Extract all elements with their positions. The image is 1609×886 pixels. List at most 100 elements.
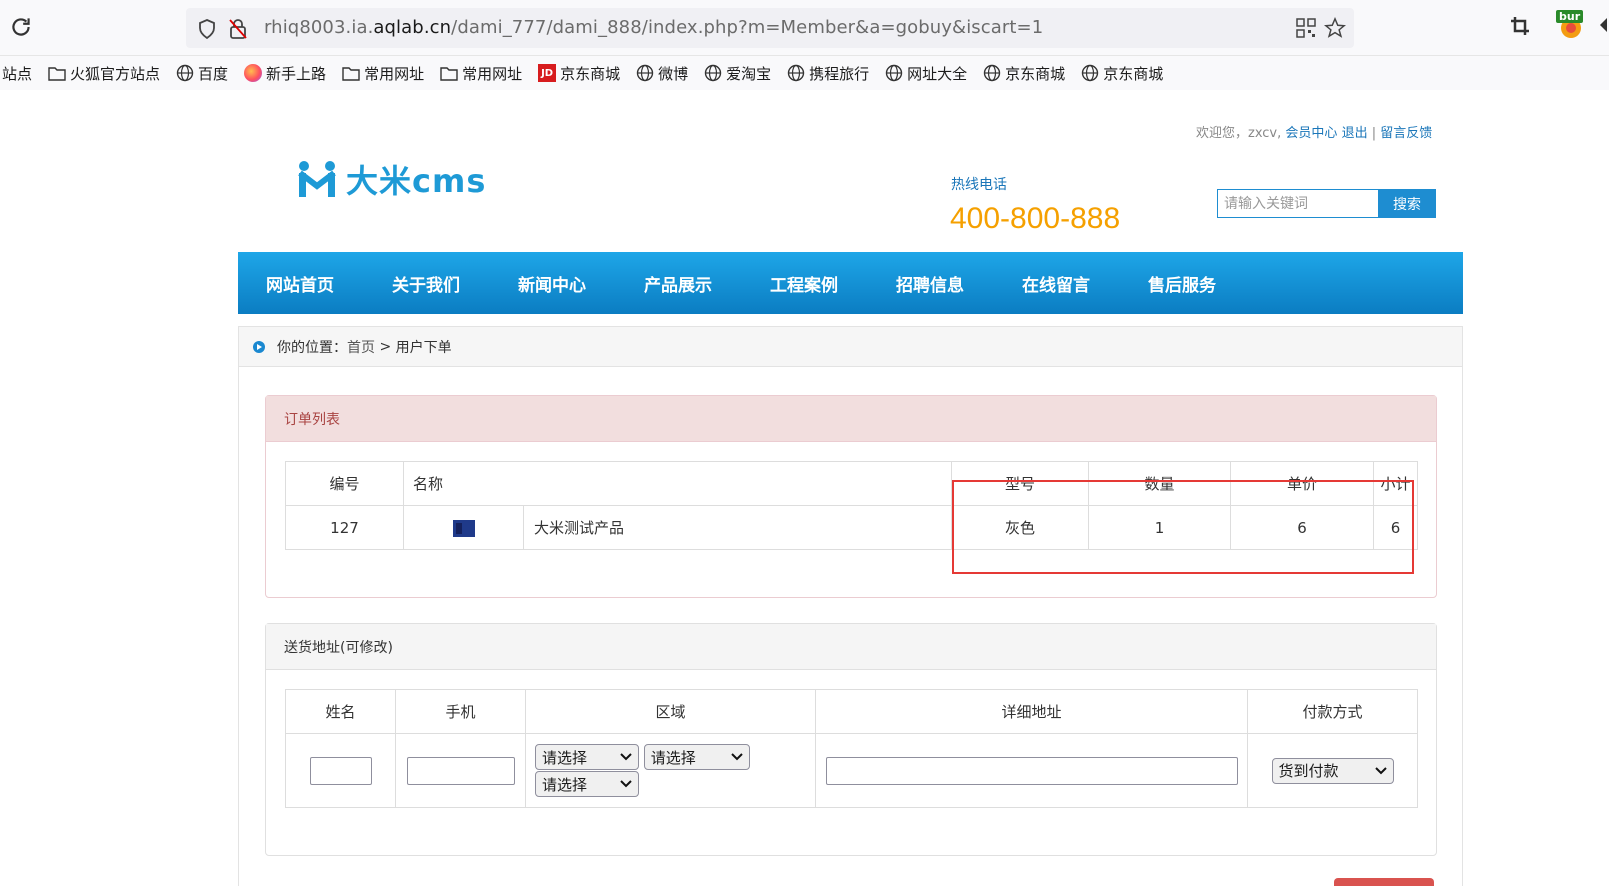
bookmark-label: 百度 — [198, 64, 229, 83]
col-detail: 详细地址 — [815, 689, 1248, 734]
bookmark-label: 常用网址 — [364, 64, 425, 83]
submit-order-button[interactable] — [1334, 878, 1434, 886]
bookmark-item[interactable]: 百度 — [176, 63, 228, 84]
url-prefix: rhiq8003.ia. — [264, 17, 374, 38]
address-panel: 送货地址(可修改) 姓名 手机 区域 详细地址 付款方式 请选择 请选择 请选择… — [265, 623, 1437, 856]
nav-item-home[interactable]: 网站首页 — [266, 271, 392, 296]
folder-icon — [48, 67, 66, 81]
chevron-down-icon — [620, 780, 632, 788]
bookmark-item[interactable]: 新手上路 — [244, 63, 326, 84]
col-name: 姓名 — [285, 689, 396, 734]
bookmark-star-icon[interactable] — [1324, 17, 1346, 39]
name-cell — [285, 733, 396, 808]
bookmark-item[interactable]: 常用网址 — [342, 63, 424, 84]
bookmark-label: 新手上路 — [266, 64, 327, 83]
bookmark-item[interactable]: 常用网址 — [440, 63, 522, 84]
bookmark-item[interactable]: 爱淘宝 — [704, 63, 771, 84]
bookmark-label: 京东商城 — [560, 64, 621, 83]
bookmark-label: 京东商城 — [1103, 64, 1164, 83]
nav-item-service[interactable]: 售后服务 — [1148, 271, 1274, 296]
bookmark-label: 京东商城 — [1005, 64, 1066, 83]
breadcrumb: 你的位置： 首页 > 用户下单 — [239, 327, 1462, 367]
globe-icon — [787, 64, 805, 82]
firefox-icon — [244, 64, 263, 82]
payment-cell: 货到付款 — [1247, 733, 1418, 808]
reload-icon[interactable] — [8, 14, 34, 40]
product-thumbnail[interactable] — [452, 519, 475, 537]
name-input[interactable] — [309, 756, 372, 785]
main-nav: 网站首页 关于我们 新闻中心 产品展示 工程案例 招聘信息 在线留言 售后服务 — [238, 252, 1463, 314]
address-panel-title: 送货地址(可修改) — [266, 624, 1436, 670]
bookmark-item[interactable]: 微博 — [636, 63, 688, 84]
logout-link[interactable]: 退出 — [1342, 126, 1368, 141]
logo-text: 大米cms — [346, 162, 487, 200]
order-panel-title: 订单列表 — [266, 396, 1436, 442]
table-header-row: 姓名 手机 区域 详细地址 付款方式 — [285, 689, 1418, 734]
bookmark-item[interactable]: JD 京东商城 — [538, 63, 620, 84]
payment-select[interactable]: 货到付款 — [1271, 757, 1394, 784]
phone-input[interactable] — [406, 756, 515, 785]
hotline-number: 400-800-888 — [950, 202, 1121, 235]
bookmark-item[interactable]: 站点 — [2, 63, 32, 84]
member-center-link[interactable]: 会员中心 — [1285, 126, 1337, 141]
insecure-lock-icon[interactable] — [228, 18, 248, 40]
col-name: 名称 — [402, 461, 953, 506]
bookmark-label: 爱淘宝 — [726, 64, 772, 83]
nav-item-jobs[interactable]: 招聘信息 — [896, 271, 1022, 296]
qr-code-icon[interactable] — [1296, 18, 1316, 38]
search-button[interactable]: 搜索 — [1378, 189, 1436, 218]
bookmark-label: 火狐官方站点 — [70, 64, 161, 83]
url-text[interactable]: rhiq8003.ia.aqlab.cn/dami_777/dami_888/i… — [264, 17, 1043, 38]
extension-badge: bur — [1556, 10, 1584, 23]
content-area: 你的位置： 首页 > 用户下单 订单列表 编号 名称 型号 数量 单价 小计 1… — [238, 326, 1463, 886]
bookmark-item[interactable]: 网址大全 — [885, 63, 967, 84]
site-logo[interactable]: 大米cms — [296, 156, 486, 202]
logo-mark-icon — [298, 161, 336, 197]
browser-toolbar: rhiq8003.ia.aqlab.cn/dami_777/dami_888/i… — [0, 0, 1609, 56]
district-select[interactable]: 请选择 — [535, 771, 639, 797]
address-bar[interactable]: rhiq8003.ia.aqlab.cn/dami_777/dami_888/i… — [186, 8, 1354, 48]
hotline-label: 热线电话 — [951, 177, 1007, 193]
breadcrumb-current: 用户下单 — [395, 339, 452, 356]
region-cell: 请选择 请选择 请选择 — [525, 733, 816, 808]
search-input[interactable] — [1217, 189, 1379, 218]
separator: | — [1371, 126, 1377, 141]
col-id: 编号 — [285, 461, 404, 506]
more-chevron-icon[interactable] — [1598, 16, 1608, 34]
screenshot-crop-icon[interactable] — [1510, 16, 1530, 36]
nav-item-news[interactable]: 新闻中心 — [518, 271, 644, 296]
feedback-link[interactable]: 留言反馈 — [1380, 126, 1432, 141]
bookmark-item[interactable]: 火狐官方站点 — [48, 63, 160, 84]
globe-icon — [704, 64, 722, 82]
nav-item-products[interactable]: 产品展示 — [644, 271, 770, 296]
bookmark-item[interactable]: 京东商城 — [983, 63, 1065, 84]
col-payment: 付款方式 — [1247, 689, 1418, 734]
breadcrumb-home-link[interactable]: 首页 — [347, 337, 375, 357]
shield-icon[interactable] — [198, 19, 216, 39]
bookmarks-bar: 站点 火狐官方站点 百度 新手上路 常用网址 常用网址 JD 京东商城 微博 爱… — [0, 56, 1609, 90]
globe-icon — [176, 64, 194, 82]
chevron-down-icon — [1374, 766, 1387, 774]
nav-item-messages[interactable]: 在线留言 — [1022, 271, 1148, 296]
breadcrumb-prefix: 你的位置： — [277, 339, 347, 356]
bookmark-item[interactable]: 携程旅行 — [787, 63, 869, 84]
phone-cell — [395, 733, 526, 808]
folder-icon — [440, 67, 458, 81]
nav-item-about[interactable]: 关于我们 — [392, 271, 518, 296]
globe-icon — [885, 64, 903, 82]
detail-address-input[interactable] — [825, 756, 1238, 785]
nav-item-cases[interactable]: 工程案例 — [770, 271, 896, 296]
arrow-circle-icon — [253, 340, 265, 353]
city-select[interactable]: 请选择 — [643, 744, 750, 770]
col-phone: 手机 — [395, 689, 526, 734]
welcome-text: 欢迎您，zxcv, — [1196, 126, 1282, 141]
url-host: aqlab.cn — [373, 17, 452, 38]
bookmark-label: 站点 — [2, 64, 33, 83]
user-topbar: 欢迎您，zxcv, 会员中心 退出 | 留言反馈 — [1196, 122, 1432, 141]
select-value: 请选择 — [650, 748, 696, 767]
bookmark-item[interactable]: 京东商城 — [1081, 63, 1163, 84]
bookmark-label: 携程旅行 — [809, 64, 870, 83]
product-name[interactable]: 大米测试产品 — [522, 505, 953, 550]
url-path: /dami_777/dami_888/index.php?m=Member&a=… — [451, 17, 1044, 38]
province-select[interactable]: 请选择 — [535, 744, 639, 770]
